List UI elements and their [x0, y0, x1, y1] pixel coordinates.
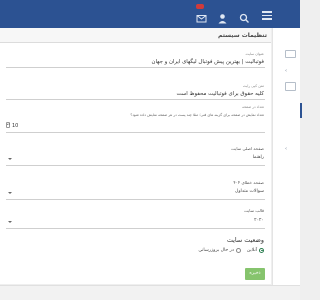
search-icon[interactable]: [239, 9, 250, 23]
status-updating-label: در حال بروزرسانی: [198, 247, 234, 253]
sidebar-square-icon[interactable]: [285, 50, 296, 58]
sidebar-active-indicator: [300, 103, 302, 118]
home-page-select[interactable]: راهنما: [253, 155, 264, 160]
layout-label: قالب سایت: [243, 208, 264, 213]
status-updating-radio[interactable]: در حال بروزرسانی: [198, 247, 241, 253]
per-page-input[interactable]: 10: [12, 123, 18, 129]
sidebar-square-icon[interactable]: [285, 82, 296, 91]
copyright-underline: [6, 99, 265, 100]
status-online-label: آنلاین: [246, 247, 257, 253]
layout-select[interactable]: ۲۰۲۰: [254, 218, 264, 223]
bottom-strip: [0, 285, 300, 300]
number-stepper[interactable]: ▴▾: [6, 122, 10, 128]
layout-underline: [6, 228, 265, 229]
per-page-question: تعداد نمایش در صفحه برای گزینه های فنی؛ …: [130, 113, 264, 117]
settings-panel: تنظیمات سیستم عنوان سایت فوتبالیت | بهتر…: [0, 28, 271, 284]
user-icon[interactable]: [217, 9, 228, 24]
chevron-left-icon[interactable]: ‹: [285, 68, 287, 74]
not-found-select[interactable]: سوالات متداول: [235, 189, 264, 194]
home-page-underline: [6, 165, 265, 166]
per-page-label: تعداد در صفحه: [242, 105, 264, 109]
site-title-input[interactable]: فوتبالیت | بهترین پیش فوتبال لیگهای ایرا…: [152, 59, 265, 65]
status-online-radio[interactable]: آنلاین: [246, 247, 264, 253]
right-sidebar: ‹ ‹: [272, 28, 302, 285]
top-bar: [0, 0, 300, 28]
not-found-label: صفحه خطای ۴۰۴: [233, 180, 264, 185]
site-title-label: عنوان سایت: [245, 52, 264, 56]
chevron-down-icon[interactable]: [8, 192, 12, 194]
chevron-down-icon[interactable]: [8, 158, 12, 160]
panel-header: تنظیمات سیستم: [0, 28, 271, 43]
per-page-underline: [6, 132, 265, 133]
site-title-underline: [6, 67, 265, 68]
copyright-label: متن کپی رایت: [242, 84, 264, 88]
home-page-label: صفحه اصلی سایت: [231, 146, 264, 151]
radio-unselected-icon: [235, 247, 241, 253]
site-status-title: وضعیت سایت: [226, 236, 264, 244]
menu-icon[interactable]: [262, 9, 273, 20]
notification-badge: [196, 4, 204, 9]
not-found-underline: [6, 199, 265, 200]
radio-selected-icon: [259, 247, 264, 253]
site-status-radios: آنلاین در حال بروزرسانی: [198, 246, 264, 254]
save-button[interactable]: ذخیره: [245, 268, 265, 280]
chevron-left-icon[interactable]: ‹: [285, 146, 287, 152]
chevron-down-icon[interactable]: [8, 221, 12, 223]
page-title: تنظیمات سیستم: [218, 32, 267, 39]
mail-icon[interactable]: [196, 9, 207, 23]
copyright-input[interactable]: کلیه حقوق برای فوتبالیت محفوظ است: [176, 91, 264, 97]
